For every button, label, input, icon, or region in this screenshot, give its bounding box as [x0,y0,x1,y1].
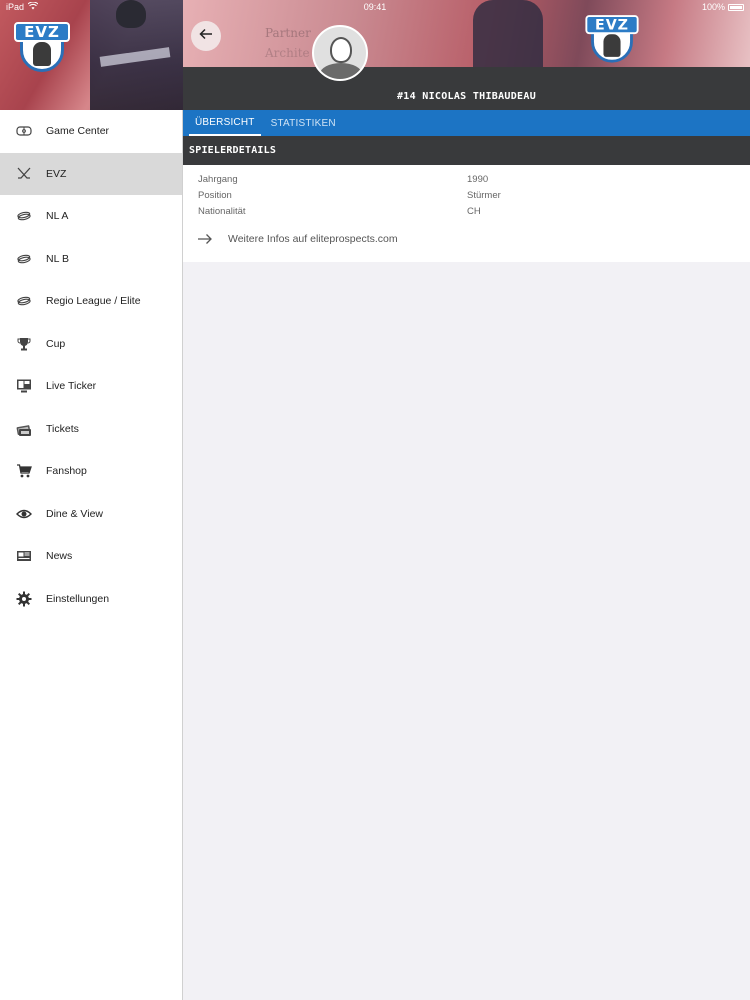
back-button[interactable] [191,21,221,51]
evz-logo: EVZ [585,8,639,65]
sidebar-item-evz[interactable]: EVZ [0,152,182,195]
sidebar-item-settings[interactable]: Einstellungen [0,578,182,621]
player-details: Jahrgang 1990 Position Stürmer Nationali… [183,165,750,262]
newspaper-icon [16,548,32,564]
eliteprospects-link-label: Weitere Infos auf eliteprospects.com [228,233,398,245]
logo-banner: EVZ [14,22,70,42]
player-detail-panel: Partner Archite EVZ #14 NICOLAS THIBAUDE… [183,0,750,1000]
sidebar-item-regio-league[interactable]: Regio League / Elite [0,280,182,323]
avatar-shoulders [320,63,362,79]
detail-value: CH [467,205,481,217]
status-bar: iPad 09:41 100% [0,0,750,14]
monitor-icon [16,378,32,394]
player-name: #14 NICOLAS THIBAUDEAU [396,91,537,102]
sidebar-nav: Game Center EVZ NL A NL B Regio League /… [0,110,182,620]
ticket-icon [16,421,32,437]
detail-label: Nationalität [198,205,246,217]
tab-bar: ÜBERSICHT STATISTIKEN [183,110,750,136]
section-title: SPIELERDETAILS [183,136,750,165]
status-time: 09:41 [363,2,387,12]
sidebar: EVZ Game Center EVZ NL A NL B Regio Leag… [0,0,183,1000]
sidebar-item-label: Dine & View [46,507,104,520]
trophy-icon [16,336,32,352]
cart-icon [16,463,32,479]
sidebar-header-image: EVZ [0,0,183,110]
sidebar-item-label: Tickets [46,422,79,435]
player-title-bar: #14 NICOLAS THIBAUDEAU [183,67,750,110]
tab-statistics[interactable]: STATISTIKEN [265,110,342,136]
sidebar-item-label: News [46,550,73,563]
sidebar-item-label: Fanshop [46,465,87,478]
sidebar-item-label: NL A [46,210,69,223]
battery-percent: 100% [701,2,725,12]
sidebar-item-news[interactable]: News [0,535,182,578]
logo-banner: EVZ [585,15,639,35]
arrow-right-icon [197,233,215,245]
eliteprospects-link[interactable]: Weitere Infos auf eliteprospects.com [183,224,750,254]
player-avatar [312,25,368,81]
sidebar-item-tickets[interactable]: Tickets [0,408,182,451]
arrow-left-icon [199,27,213,45]
detail-row-birth-year: Jahrgang 1990 [183,171,750,187]
detail-label: Jahrgang [198,173,238,185]
sidebar-item-label: EVZ [46,167,67,180]
sidebar-item-nl-a[interactable]: NL A [0,195,182,238]
sidebar-item-dine-view[interactable]: Dine & View [0,493,182,536]
avatar-head [330,37,352,63]
sidebar-item-label: Regio League / Elite [46,295,141,308]
rink-icon [16,123,32,139]
sidebar-item-fanshop[interactable]: Fanshop [0,450,182,493]
sidebar-item-game-center[interactable]: Game Center [0,110,182,153]
battery-icon [728,3,744,11]
logo-knight [33,42,51,66]
sidebar-item-nl-b[interactable]: NL B [0,238,182,281]
logo-knight [603,34,621,57]
sidebar-item-cup[interactable]: Cup [0,323,182,366]
tab-overview[interactable]: ÜBERSICHT [189,110,261,136]
sponsor-text-secondary: Archite [265,46,310,60]
sidebar-item-label: Live Ticker [46,380,97,393]
sidebar-item-label: Einstellungen [46,592,110,605]
sidebar-item-live-ticker[interactable]: Live Ticker [0,365,182,408]
eye-icon [16,506,32,522]
crossed-sticks-icon [16,166,32,182]
evz-logo: EVZ [14,14,70,74]
puck-icon [16,251,32,267]
gear-icon [16,591,32,607]
puck-icon [16,293,32,309]
puck-icon [16,208,32,224]
detail-row-nationality: Nationalität CH [183,203,750,219]
detail-row-position: Position Stürmer [183,187,750,203]
detail-value: 1990 [467,173,489,185]
detail-value: Stürmer [467,189,501,201]
sponsor-text: Partner [265,26,311,40]
sidebar-item-label: Game Center [46,125,110,138]
sidebar-item-label: NL B [46,252,69,265]
detail-label: Position [198,189,232,201]
sidebar-item-label: Cup [46,337,66,350]
status-right: 100% [702,2,744,12]
